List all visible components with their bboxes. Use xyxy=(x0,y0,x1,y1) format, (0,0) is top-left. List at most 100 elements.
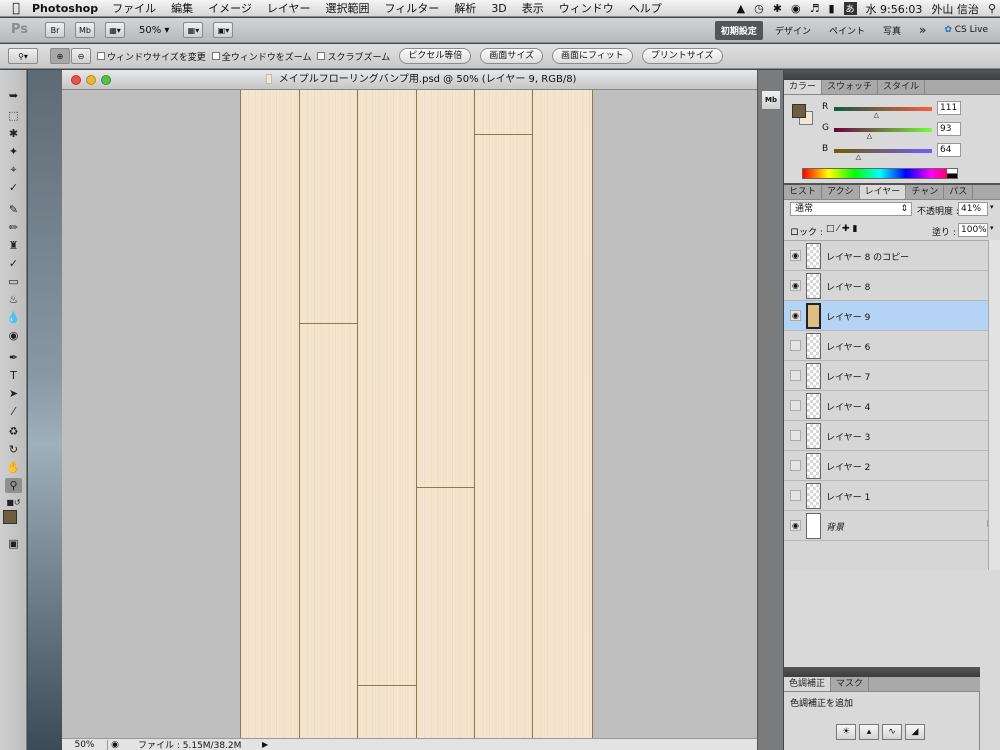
scrubby-zoom-checkbox[interactable]: スクラブズーム xyxy=(317,50,390,63)
blend-mode-select[interactable]: 通常 ⇕ xyxy=(790,202,912,216)
launch-minibridge-button[interactable]: Mb xyxy=(75,22,95,38)
fill-screen-button[interactable]: 画面にフィット xyxy=(551,48,633,64)
print-size-button[interactable]: プリントサイズ xyxy=(641,48,723,64)
layers-scrollbar[interactable] xyxy=(988,240,1000,570)
blue-slider-knob[interactable]: △ xyxy=(856,153,861,161)
layer-row[interactable]: レイヤー 7 xyxy=(784,361,1000,391)
3d-rotate-tool-icon[interactable]: ♻ xyxy=(5,424,22,439)
blur-tool-icon[interactable]: 💧 xyxy=(5,310,22,325)
user-name[interactable]: 外山 信治 xyxy=(931,1,979,17)
visibility-toggle-empty[interactable] xyxy=(790,340,801,351)
workspace-more-button[interactable]: » xyxy=(913,20,932,40)
visibility-toggle-empty[interactable] xyxy=(790,430,801,441)
zoom-out-icon[interactable]: ⊖ xyxy=(71,48,91,64)
clock[interactable]: 水 9:56:03 xyxy=(866,1,923,17)
visibility-eye-icon[interactable]: ◉ xyxy=(790,520,801,531)
tab-paths[interactable]: パス xyxy=(944,185,974,199)
zoom-level-dropdown[interactable]: 50% xyxy=(139,25,169,36)
curves-icon[interactable]: ∿ xyxy=(882,724,902,740)
quick-mask-icon[interactable]: ▣ xyxy=(5,536,22,551)
view-extras-icon[interactable]: ▦▾ xyxy=(105,22,125,38)
tab-color[interactable]: カラー xyxy=(784,80,823,94)
input-method-icon[interactable]: あ xyxy=(843,2,857,15)
document-title-bar[interactable]: メイプルフローリングバンプ用.psd @ 50% (レイヤー 9, RGB/8) xyxy=(62,70,780,90)
quick-select-tool-icon[interactable]: ✦ xyxy=(5,144,22,159)
blue-value-input[interactable]: 64 xyxy=(937,143,961,157)
clone-stamp-tool-icon[interactable]: ♜ xyxy=(5,238,22,253)
menu-3d[interactable]: 3D xyxy=(491,2,506,15)
screen-mode-icon[interactable]: ▣▾ xyxy=(213,22,234,38)
tab-actions[interactable]: アクシ xyxy=(822,185,860,199)
workspace-paint[interactable]: ペイント xyxy=(823,21,871,40)
green-slider-track[interactable] xyxy=(834,128,932,132)
menu-window[interactable]: ウィンドウ xyxy=(559,0,614,16)
menu-select[interactable]: 選択範囲 xyxy=(326,0,370,16)
launch-bridge-button[interactable]: Br xyxy=(45,22,65,38)
cs-live-button[interactable]: ✿ CS Live xyxy=(938,22,994,38)
status-zoom[interactable]: 50% xyxy=(62,739,108,750)
blue-slider-track[interactable] xyxy=(834,149,932,153)
wifi-icon[interactable]: ◉ xyxy=(791,2,801,15)
bluetooth-icon[interactable]: ✱ xyxy=(773,2,782,15)
tab-adjustments[interactable]: 色調補正 xyxy=(784,677,832,691)
spotlight-icon[interactable]: ⚲ xyxy=(988,2,996,15)
visibility-eye-icon[interactable]: ◉ xyxy=(790,250,801,261)
levels-icon[interactable]: ▴ xyxy=(859,724,879,740)
swap-colors-icon[interactable]: ■↺ xyxy=(5,495,22,510)
marquee-tool-icon[interactable]: ⬚ xyxy=(5,108,22,123)
visibility-toggle-empty[interactable] xyxy=(790,400,801,411)
fit-screen-button[interactable]: 画面サイズ xyxy=(480,48,543,64)
visibility-toggle-empty[interactable] xyxy=(790,490,801,501)
move-tool-icon[interactable]: ➥ xyxy=(5,88,22,103)
zoom-all-checkbox[interactable]: 全ウィンドウをズーム xyxy=(211,50,311,63)
dodge-tool-icon[interactable]: ◉ xyxy=(5,328,22,343)
battery-icon[interactable]: ▮ xyxy=(828,2,834,15)
close-window-icon[interactable] xyxy=(71,75,81,85)
workspace-essentials[interactable]: 初期設定 xyxy=(714,20,763,40)
menu-layer[interactable]: レイヤー xyxy=(267,0,311,16)
arrange-documents-icon[interactable]: ▦▾ xyxy=(183,22,204,38)
visibility-toggle-empty[interactable] xyxy=(790,370,801,381)
eraser-tool-icon[interactable]: ▭ xyxy=(5,274,22,289)
resize-windows-checkbox[interactable]: ウィンドウサイズを変更 xyxy=(97,50,206,63)
color-fg-swatch[interactable] xyxy=(792,104,806,118)
lock-icons[interactable]: □⁄✚▮ xyxy=(826,224,861,234)
eyedropper-tool-icon[interactable]: ✓ xyxy=(5,180,22,195)
green-slider-knob[interactable]: △ xyxy=(867,132,872,140)
layer-row[interactable]: ◉ レイヤー 8 xyxy=(784,271,1000,301)
checkbox-box[interactable] xyxy=(317,52,326,60)
history-brush-tool-icon[interactable]: ✓ xyxy=(5,256,22,271)
black-white-swatch[interactable] xyxy=(947,169,957,178)
path-select-tool-icon[interactable]: ➤ xyxy=(5,386,22,401)
tab-swatches[interactable]: スウォッチ xyxy=(822,80,879,94)
foreground-color-swatch[interactable] xyxy=(3,510,17,524)
apple-menu-icon[interactable]:  xyxy=(0,1,32,16)
visibility-eye-icon[interactable]: ◉ xyxy=(790,310,801,321)
visibility-eye-icon[interactable]: ◉ xyxy=(790,280,801,291)
workspace-design[interactable]: デザイン xyxy=(769,21,817,40)
checkbox-box[interactable] xyxy=(211,52,220,60)
layer-row[interactable]: ◉ レイヤー 8 のコピー xyxy=(784,241,1000,271)
tab-styles[interactable]: スタイル xyxy=(878,80,926,94)
menu-view[interactable]: 表示 xyxy=(522,0,544,16)
zoom-tool-icon[interactable]: ⚲ xyxy=(5,478,22,493)
brush-tool-icon[interactable]: ✏ xyxy=(5,220,22,235)
lasso-tool-icon[interactable]: ✱ xyxy=(5,126,22,141)
crop-tool-icon[interactable]: ⌖ xyxy=(5,162,22,177)
fill-dropdown-icon[interactable]: ▾ xyxy=(990,224,994,232)
minibridge-panel-button[interactable]: Mb xyxy=(761,90,781,110)
hand-tool-icon[interactable]: ✋ xyxy=(5,460,22,475)
opacity-input[interactable]: 41% xyxy=(958,202,988,216)
layer-row[interactable]: レイヤー 3 xyxy=(784,421,1000,451)
layer-row[interactable]: レイヤー 2 xyxy=(784,451,1000,481)
status-menu-icon[interactable]: ◉ xyxy=(108,740,122,750)
tool-preset-picker[interactable]: ⚲▾ xyxy=(8,48,38,64)
layer-row[interactable]: レイヤー 6 xyxy=(784,331,1000,361)
healing-brush-tool-icon[interactable]: ✎ xyxy=(5,202,22,217)
status-arrow-icon[interactable]: ▶ xyxy=(262,740,268,749)
3d-orbit-tool-icon[interactable]: ↻ xyxy=(5,442,22,457)
color-spectrum-bar[interactable] xyxy=(802,168,958,179)
workspace-photo[interactable]: 写真 xyxy=(877,21,907,40)
opacity-dropdown-icon[interactable]: ▾ xyxy=(990,203,994,211)
red-value-input[interactable]: 111 xyxy=(937,101,961,115)
